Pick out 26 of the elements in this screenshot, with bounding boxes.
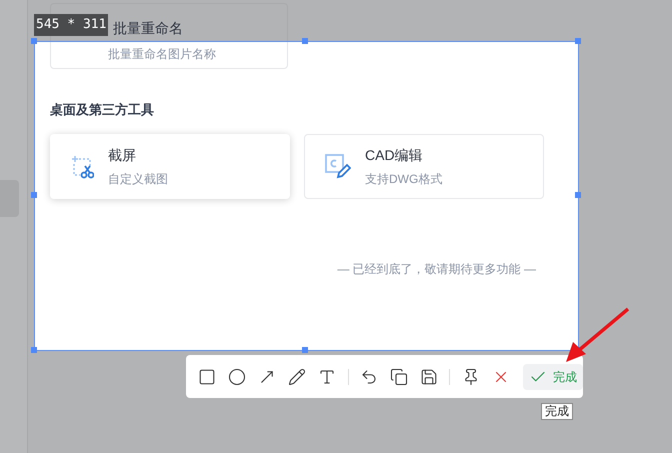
resize-handle[interactable] [31, 192, 37, 198]
drawing-edit-icon [325, 154, 351, 180]
resize-handle[interactable] [302, 38, 308, 44]
card-subtitle: 自定义截图 [108, 171, 168, 188]
size-label: 545 * 311 [34, 14, 108, 36]
pencil-icon[interactable] [288, 366, 307, 386]
card-title: 截屏 [108, 146, 137, 165]
card-subtitle: 支持DWG格式 [365, 171, 442, 188]
tool-card[interactable]: CAD编辑 支持DWG格式 [304, 134, 544, 199]
copy-icon[interactable] [389, 366, 408, 386]
card-title: 批量重命名 [113, 20, 183, 36]
rectangle-icon[interactable] [198, 366, 217, 386]
resize-handle[interactable] [302, 347, 308, 353]
card-title: CAD编辑 [365, 146, 424, 165]
resize-handle[interactable] [575, 38, 581, 44]
circle-icon[interactable] [228, 366, 247, 386]
tool-card[interactable]: 截屏 自定义截图 [50, 134, 290, 199]
section-title: 桌面及第三方工具 [50, 101, 155, 119]
resize-handle[interactable] [31, 347, 37, 353]
card-subtitle: 批量重命名图片名称 [108, 47, 216, 61]
end-note: — 已经到底了，敬请期待更多功能 — [337, 261, 536, 278]
resize-handle[interactable] [575, 192, 581, 198]
tooltip: 完成 [541, 403, 573, 420]
scissors-icon [70, 154, 94, 178]
save-icon[interactable] [419, 366, 438, 386]
resize-handle[interactable] [31, 38, 37, 44]
